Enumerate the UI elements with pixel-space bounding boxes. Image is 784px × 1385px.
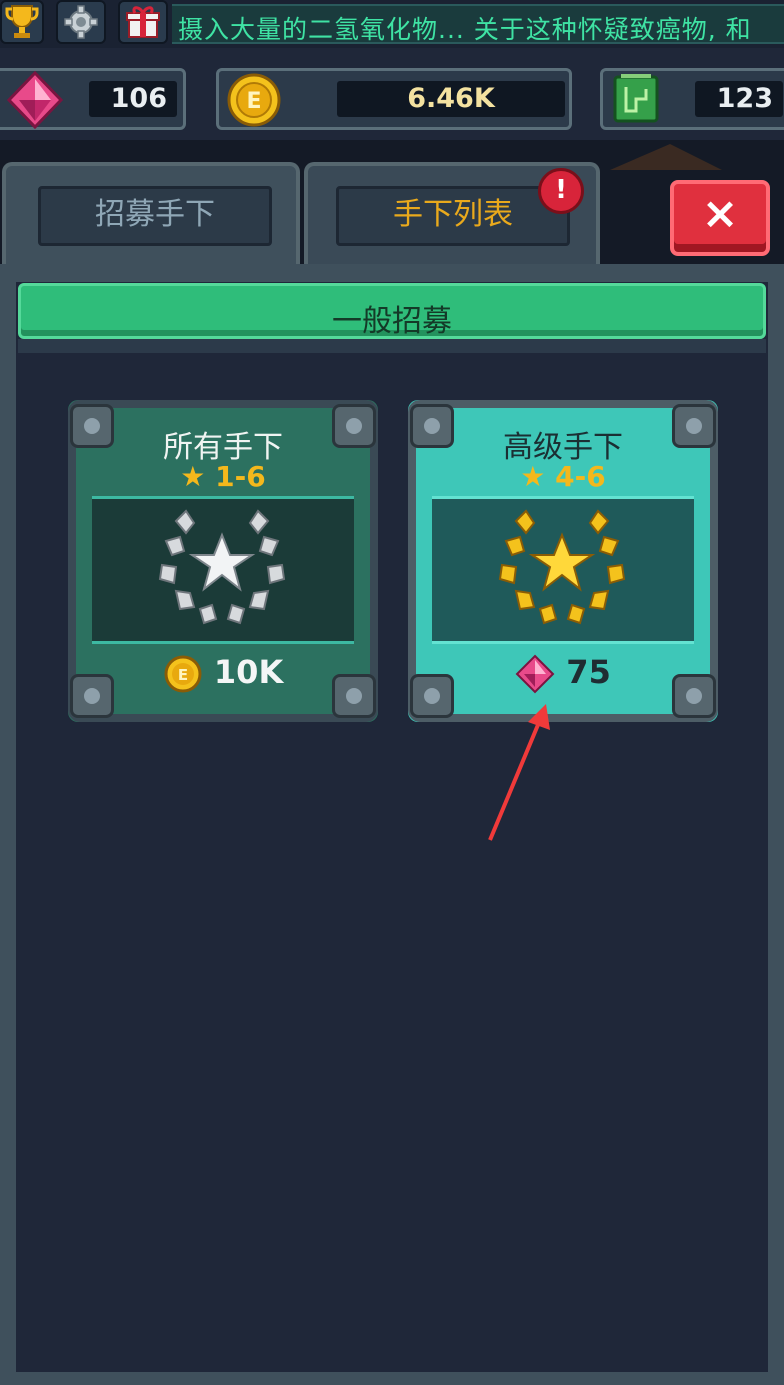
alert-badge: ! [538,168,584,214]
tab-recruit-label: 招募手下 [38,186,272,246]
gold-laurel-icon [498,509,626,625]
gem-icon [6,71,64,129]
chip-icon [613,74,659,123]
chip-count: 123 [695,81,783,117]
tab-recruit[interactable]: 招募手下 [2,162,300,266]
gift-button[interactable] [118,0,168,44]
roof-decoration [610,144,722,170]
annotation-arrow [488,704,550,841]
settings-button[interactable] [56,0,106,44]
star-range-value: 1-6 [215,460,266,493]
trophy-button[interactable] [0,0,44,44]
section-header: 一般招募 [18,283,766,339]
news-ticker: 摄入大量的二氢氧化物... 关于这种怀疑致癌物, 和 [172,4,784,44]
recruit-card-basic[interactable]: 所有手下 ★ 1-6 E 10K [68,400,378,722]
emblem-band [432,496,694,644]
gift-icon [126,6,160,38]
close-icon: × [701,188,739,239]
card-price-value: 75 [566,653,611,691]
chip-counter: 123 [600,68,784,130]
close-button[interactable]: × [670,180,770,256]
star-range: ★ 1-6 [180,460,266,493]
card-bolt [332,404,376,448]
coin-counter: E 6.46K [216,68,572,130]
emblem-band [92,496,354,644]
gem-counter: 106 [0,68,186,130]
section-divider [18,339,766,353]
gear-icon [64,5,98,39]
coin-count: 6.46K [337,81,565,117]
recruit-card-premium[interactable]: 高级手下 ★ 4-6 75 [408,400,718,722]
svg-text:E: E [246,89,261,114]
tab-minion-list-label: 手下列表 [336,186,570,246]
card-bolt [672,674,716,718]
gem-icon [515,654,555,694]
card-price-value: 10K [213,653,284,691]
gem-count: 106 [89,81,177,117]
card-bolt [410,674,454,718]
coin-icon: E [164,655,202,693]
trophy-icon [5,5,39,38]
card-bolt [410,404,454,448]
card-bolt [332,674,376,718]
coin-icon: E [227,73,281,127]
card-bolt [70,674,114,718]
ticker-text: 摄入大量的二氢氧化物... 关于这种怀疑致癌物, 和 [178,15,752,44]
card-bolt [672,404,716,448]
svg-text:E: E [178,666,188,684]
section-title: 一般招募 [332,304,452,339]
silver-laurel-icon [158,509,286,625]
star-range: ★ 4-6 [520,460,606,493]
card-bolt [70,404,114,448]
star-range-value: 4-6 [555,460,606,493]
